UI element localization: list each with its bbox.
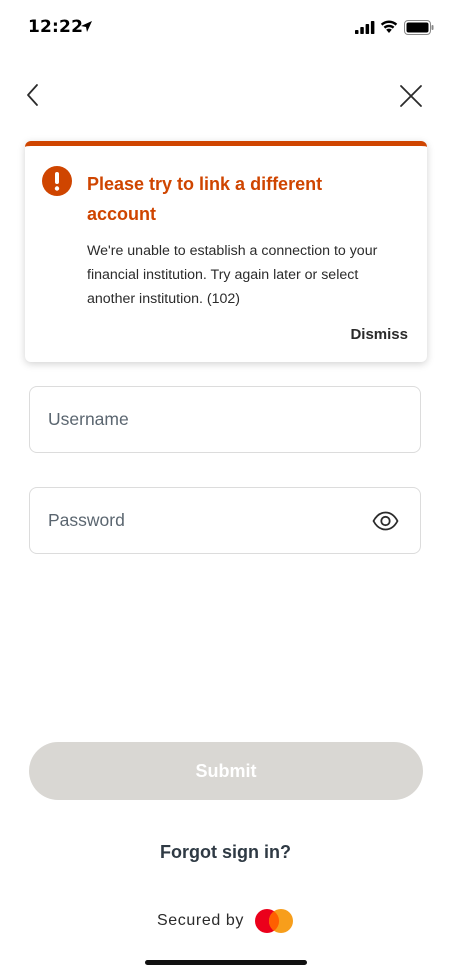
- username-input[interactable]: [48, 387, 368, 452]
- status-time: 12:22: [28, 17, 84, 37]
- location-arrow-icon: [81, 21, 92, 32]
- password-input[interactable]: [48, 488, 368, 553]
- secured-by-label: Secured by: [157, 912, 244, 929]
- error-alert: Please try to link a different account W…: [25, 141, 427, 362]
- dismiss-button[interactable]: Dismiss: [350, 326, 408, 343]
- wifi-icon: [380, 20, 398, 33]
- secured-by: Secured by: [0, 908, 451, 934]
- chevron-left-icon[interactable]: [22, 82, 46, 108]
- battery-icon: [404, 20, 434, 35]
- status-bar: 12:22: [0, 0, 451, 56]
- home-indicator: [145, 960, 307, 965]
- close-icon[interactable]: [398, 83, 424, 109]
- cellular-signal-icon: [355, 21, 375, 34]
- alert-message: We're unable to establish a connection t…: [87, 243, 378, 307]
- alert-title: Please try to link a different account: [87, 174, 323, 224]
- eye-icon[interactable]: [372, 510, 399, 532]
- password-field[interactable]: [29, 487, 421, 554]
- exclamation-circle-icon: [42, 166, 72, 196]
- submit-button[interactable]: Submit: [29, 742, 423, 800]
- link-account-screen: 12:22 Please try to link a different acc…: [0, 0, 451, 975]
- username-field[interactable]: [29, 386, 421, 453]
- forgot-sign-in-link[interactable]: Forgot sign in?: [0, 842, 451, 863]
- mastercard-logo-icon: [254, 909, 293, 933]
